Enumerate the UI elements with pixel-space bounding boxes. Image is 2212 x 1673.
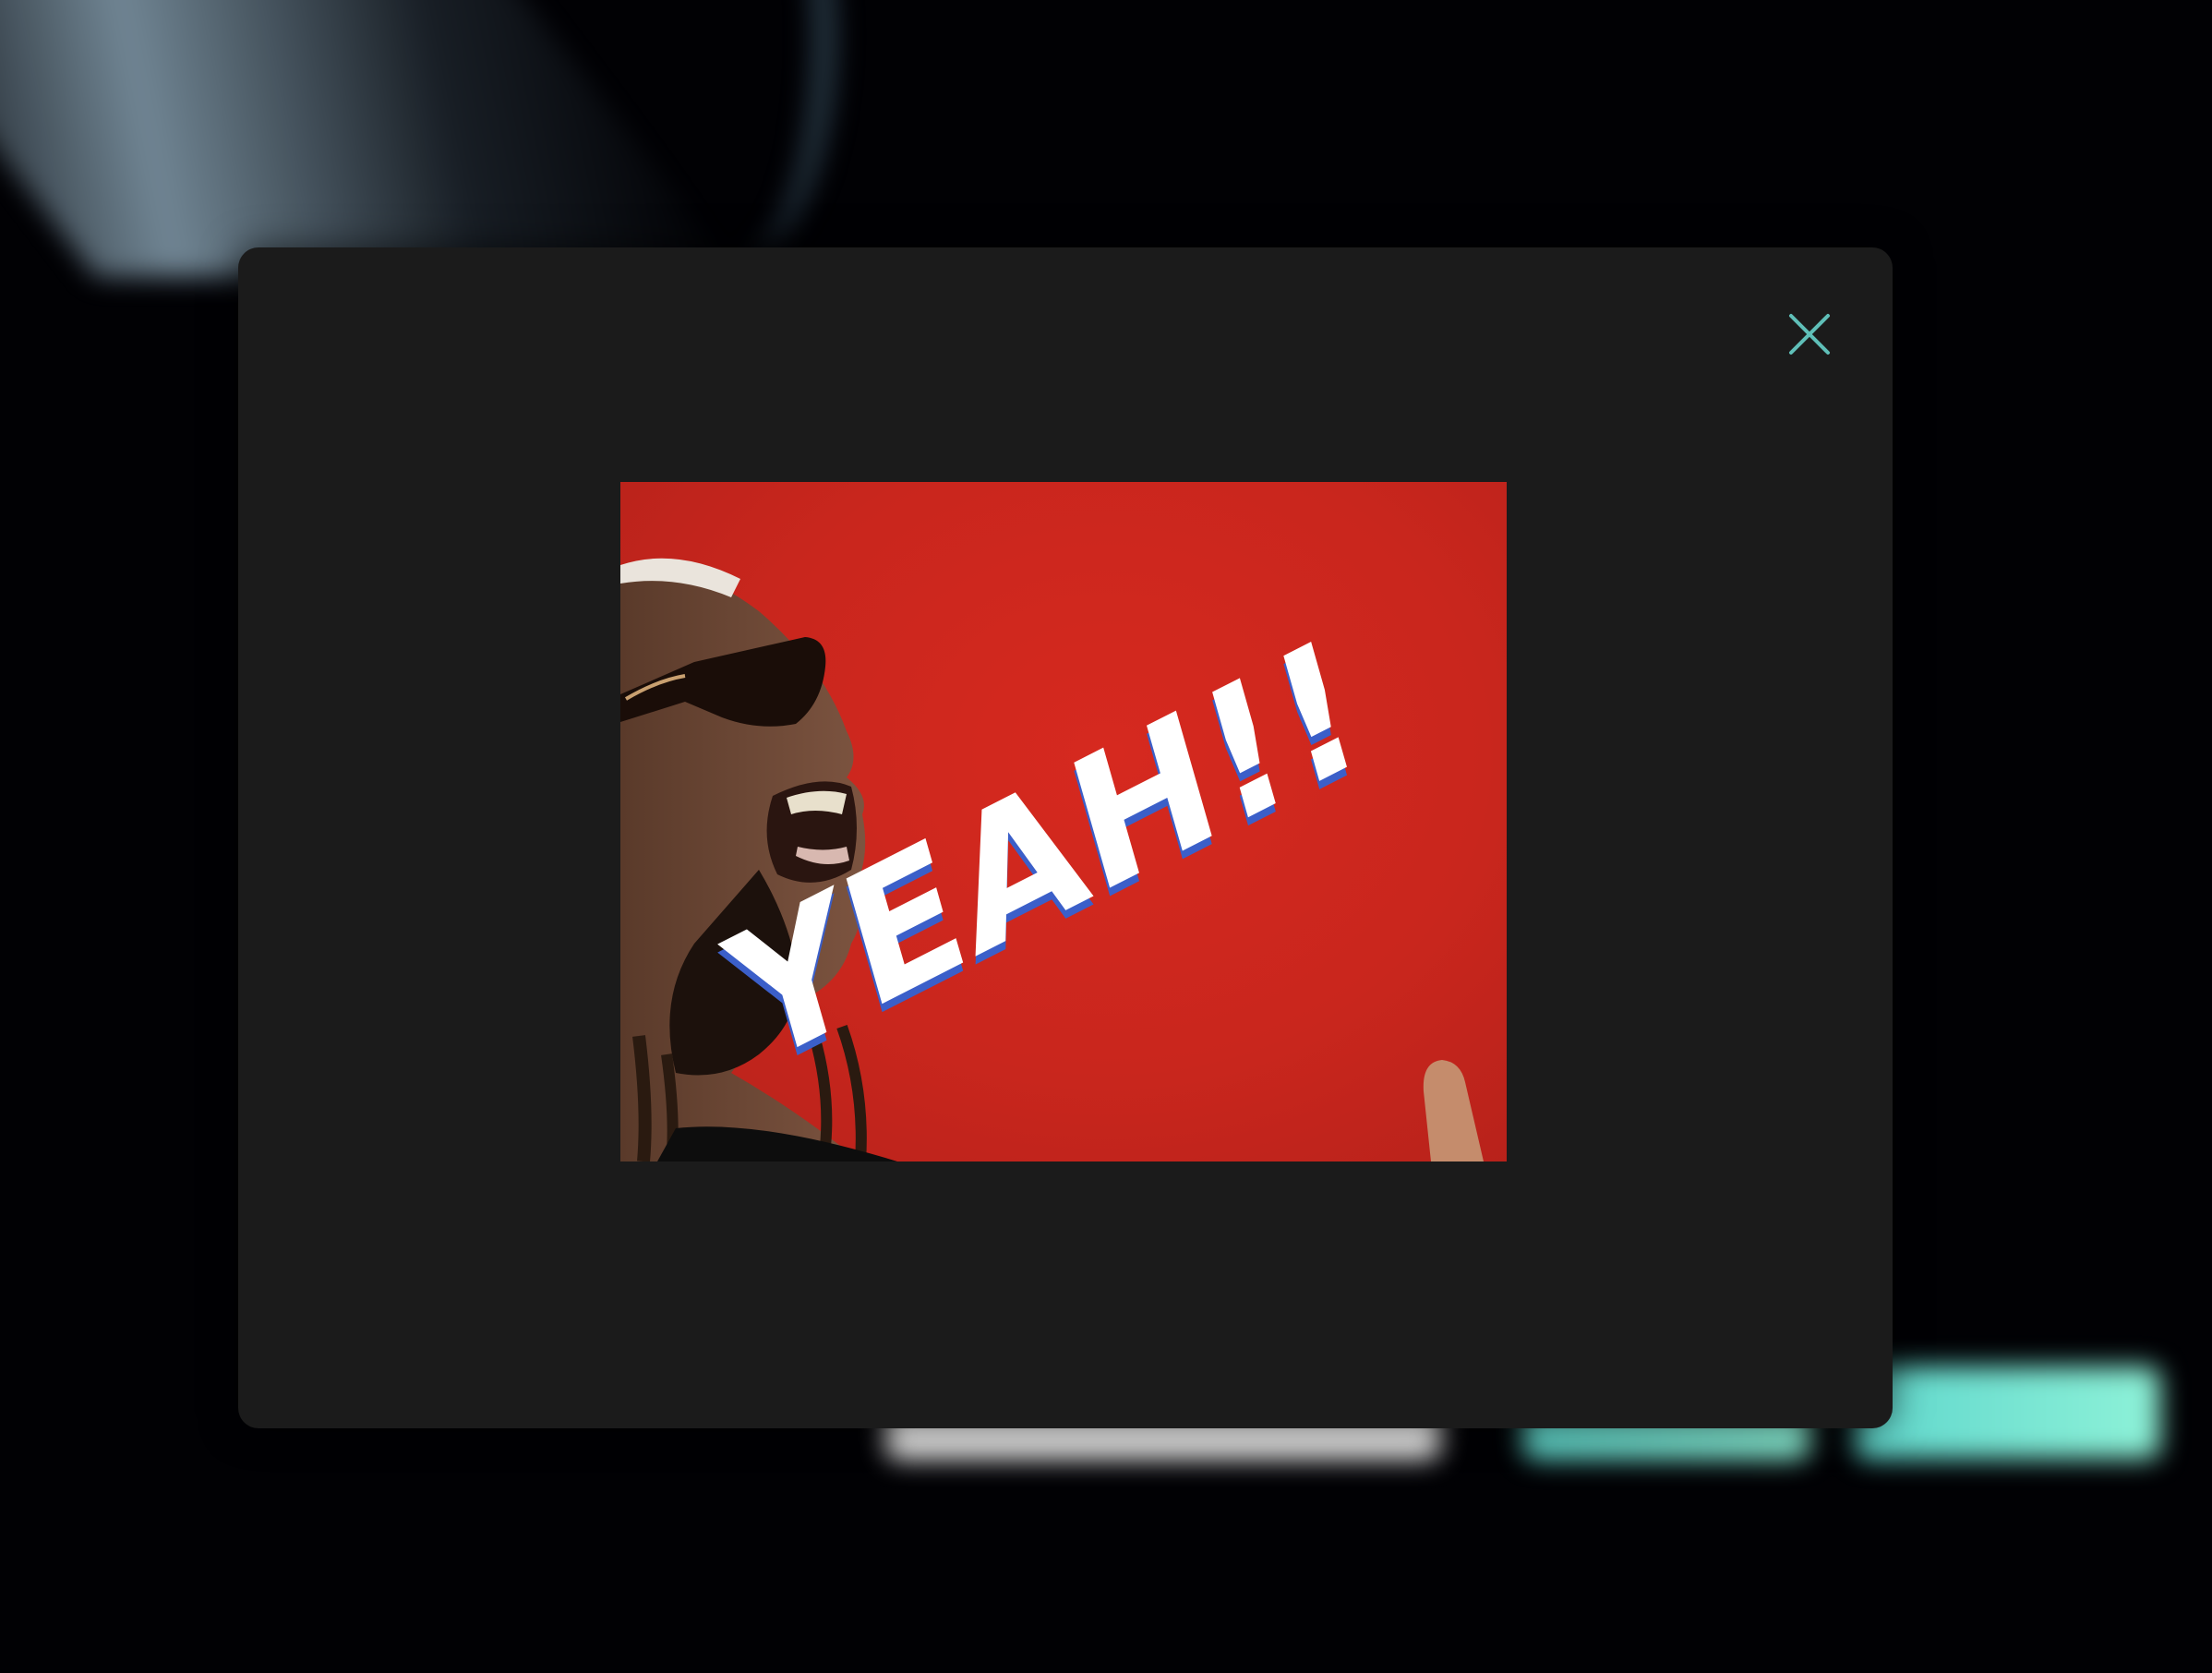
gif-modal: YEAH!! YEAH!! (238, 247, 1893, 1428)
close-button[interactable] (1782, 307, 1837, 362)
background-button-secondary (1856, 1366, 2160, 1459)
close-icon (1789, 314, 1830, 355)
pointing-finger (1423, 1060, 1484, 1161)
background-arc (637, 0, 836, 259)
background-light-beam (0, 0, 743, 277)
gif-illustration: YEAH!! YEAH!! (620, 558, 1484, 1161)
gif-image: YEAH!! YEAH!! (620, 482, 1507, 1161)
app-stage: YEAH!! YEAH!! (0, 0, 2212, 1673)
